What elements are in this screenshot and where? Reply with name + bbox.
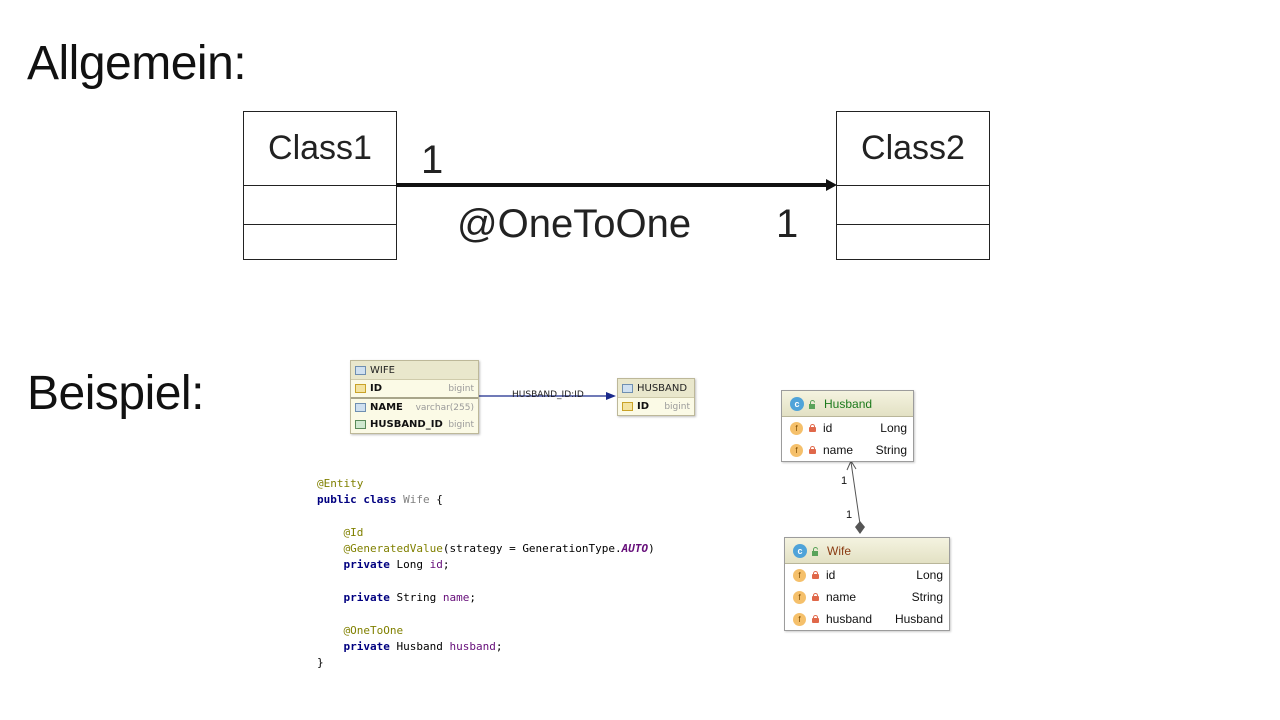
field-type: Husband xyxy=(894,612,943,626)
class-field-row: f id Long xyxy=(782,417,913,439)
public-visibility-icon xyxy=(808,399,818,409)
db-column-type: varchar(255) xyxy=(415,402,474,413)
class-box-wife: c Wife f id Long f name String f husband… xyxy=(784,537,950,631)
field-type: Long xyxy=(916,568,943,582)
field-icon: f xyxy=(793,568,806,582)
field-icon: f xyxy=(790,443,803,457)
class-name: Husband xyxy=(824,396,873,411)
db-table-wife-header: WIFE xyxy=(351,361,478,380)
field-icon: f xyxy=(793,612,806,626)
db-row: ID bigint xyxy=(618,398,694,415)
class-association-line xyxy=(846,459,865,534)
class-box-husband: c Husband f id Long f name String xyxy=(781,390,914,462)
class-field-row: f name String xyxy=(782,439,913,461)
class-icon: c xyxy=(793,543,807,558)
field-name: id xyxy=(823,421,833,435)
table-icon xyxy=(355,365,366,375)
fk-label: HUSBAND_ID:ID xyxy=(512,390,584,400)
code-listing: @Entity public class Wife { @Id @Generat… xyxy=(317,476,655,672)
class-field-row: f id Long xyxy=(785,564,949,586)
uml-association-arrow xyxy=(396,179,837,191)
db-column-name: NAME xyxy=(370,402,403,413)
primary-key-icon xyxy=(355,384,366,393)
db-column-name: ID xyxy=(370,383,383,394)
class-multiplicity-bottom: 1 xyxy=(846,509,853,521)
field-icon: f xyxy=(793,590,806,604)
lock-icon xyxy=(809,424,816,432)
class-box-wife-header: c Wife xyxy=(785,538,949,564)
table-icon xyxy=(622,383,633,393)
db-table-husband: HUSBAND ID bigint xyxy=(617,378,695,416)
code-line: public class Wife { xyxy=(317,493,443,507)
code-line: @Id xyxy=(317,525,364,539)
db-row: ID bigint xyxy=(351,380,478,397)
db-column-type: bigint xyxy=(448,419,474,430)
db-table-husband-title: HUSBAND xyxy=(637,382,688,394)
code-line: private Long id; xyxy=(343,558,450,572)
db-table-wife: WIFE ID bigint NAME varchar(255) HUSBAND… xyxy=(350,360,479,434)
db-column-type: bigint xyxy=(664,401,690,412)
field-name: id xyxy=(826,568,836,582)
lock-icon xyxy=(812,593,819,601)
class-field-row: f husband Husband xyxy=(785,608,949,630)
db-column-type: bigint xyxy=(448,383,474,394)
column-icon xyxy=(355,403,366,412)
class-box-husband-header: c Husband xyxy=(782,391,913,417)
field-name: name xyxy=(826,590,857,604)
field-name: husband xyxy=(826,612,873,626)
code-line: @Entity xyxy=(317,477,364,490)
class-name: Wife xyxy=(827,543,851,558)
foreign-key-icon xyxy=(355,420,366,429)
db-table-wife-title: WIFE xyxy=(370,364,395,376)
db-row: NAME varchar(255) xyxy=(351,397,478,416)
db-table-husband-header: HUSBAND xyxy=(618,379,694,398)
class-icon: c xyxy=(790,396,804,411)
db-column-name: HUSBAND_ID xyxy=(370,419,443,430)
code-line: @OneToOne xyxy=(317,623,404,637)
code-line: @GeneratedValue(strategy = GenerationTyp… xyxy=(343,542,655,556)
code-line: private Husband husband; xyxy=(343,639,503,653)
code-line: private String name; xyxy=(343,591,476,605)
field-type: Long xyxy=(880,421,907,435)
uml-relation-label: @OneToOne xyxy=(457,202,692,246)
uml-multiplicity-right: 1 xyxy=(776,202,799,246)
primary-key-icon xyxy=(622,402,633,411)
uml-multiplicity-left: 1 xyxy=(421,138,444,182)
field-type: String xyxy=(911,590,943,604)
db-column-name: ID xyxy=(637,401,650,412)
field-name: name xyxy=(823,443,854,457)
field-icon: f xyxy=(790,421,803,435)
lock-icon xyxy=(809,446,816,454)
class-field-row: f name String xyxy=(785,586,949,608)
public-visibility-icon xyxy=(811,546,821,556)
lock-icon xyxy=(812,615,819,623)
code-line: } xyxy=(317,656,324,670)
class-multiplicity-top: 1 xyxy=(841,475,848,487)
db-row: HUSBAND_ID bigint xyxy=(351,416,478,433)
lock-icon xyxy=(812,571,819,579)
field-type: String xyxy=(875,443,907,457)
